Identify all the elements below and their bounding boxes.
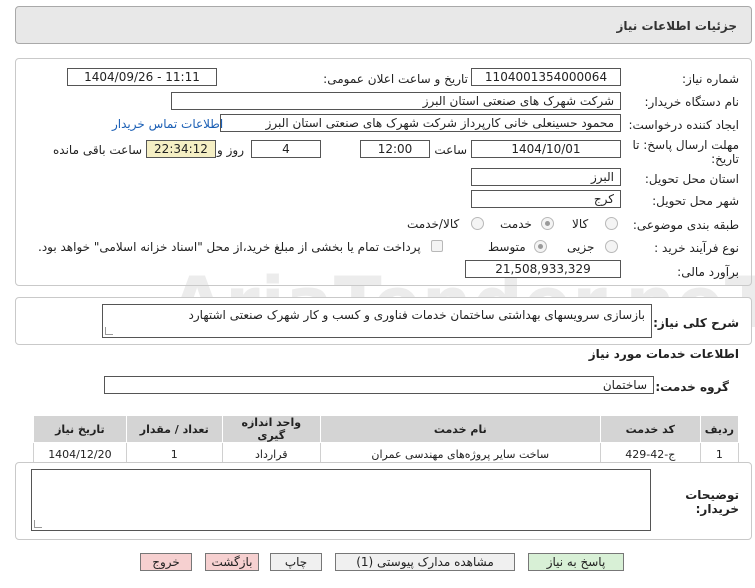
buyer-org-field: شرکت شهرک های صنعتی استان البرز (171, 92, 621, 110)
payment-checkbox[interactable] (431, 240, 443, 252)
reply-button[interactable]: پاسخ به نیاز (528, 553, 624, 571)
exit-button[interactable]: خروج (140, 553, 192, 571)
print-button[interactable]: چاپ (270, 553, 322, 571)
page-title: جزئیات اطلاعات نیاز (616, 19, 737, 33)
city-label: شهر محل تحویل: (652, 194, 739, 208)
need-number-label: شماره نیاز: (682, 72, 739, 86)
budget-field: 21,508,933,329 (465, 260, 621, 278)
service-group-field: ساختمان (104, 376, 654, 394)
resize-grip-icon[interactable] (105, 327, 113, 335)
category-option-goods-service: کالا/خدمت (407, 217, 460, 231)
process-radio-minor[interactable] (605, 240, 618, 253)
process-option-medium: متوسط (488, 240, 526, 254)
buyer-contact-link[interactable]: اطلاعات تماس خریدار (112, 117, 223, 131)
city-field: کرج (471, 190, 621, 208)
col-service-name: نام خدمت (319, 415, 601, 443)
time-label: ساعت (434, 143, 467, 157)
attachments-button[interactable]: مشاهده مدارک پیوستی (1) (335, 553, 515, 571)
category-option-goods: کالا (572, 217, 589, 231)
process-label: نوع فرآیند خرید : (654, 241, 739, 255)
notes-field[interactable] (31, 469, 651, 531)
process-option-minor: جزیی (567, 240, 595, 254)
summary-text: بازسازی سرویسهای بهداشتی ساختمان خدمات ف… (102, 304, 652, 338)
category-radio-goods[interactable] (605, 217, 618, 230)
payment-note: پرداخت تمام یا بخشی از مبلغ خرید،از محل … (38, 240, 421, 254)
province-label: استان محل تحویل: (644, 172, 739, 186)
remaining-time-field: 22:34:12 (146, 140, 216, 158)
remaining-label: ساعت باقی مانده (53, 143, 143, 157)
creator-label: ایجاد کننده درخواست: (628, 118, 739, 132)
page-header: جزئیات اطلاعات نیاز (15, 6, 752, 44)
deadline-date-field: 1404/10/01 (471, 140, 621, 158)
col-service-code: کد خدمت (599, 415, 701, 443)
summary-text-content: بازسازی سرویسهای بهداشتی ساختمان خدمات ف… (188, 308, 645, 322)
category-radio-goods-service[interactable] (471, 217, 484, 230)
col-unit: واحد اندازه گیری (221, 415, 321, 443)
col-row-number: ردیف (699, 415, 740, 443)
service-group-label: گروه خدمت: (655, 380, 729, 394)
col-quantity: تعداد / مقدار (125, 415, 223, 443)
days-label: روز و (217, 143, 244, 157)
services-section-title: اطلاعات خدمات مورد نیاز (588, 347, 739, 361)
category-option-service: خدمت (500, 217, 532, 231)
process-radio-medium[interactable] (534, 240, 547, 253)
col-need-date: تاریخ نیاز (33, 415, 127, 443)
creator-field: محمود حسینعلی خانی کارپرداز شرکت شهرک ها… (220, 114, 621, 132)
need-number-field: 1104001354000064 (471, 68, 621, 86)
announce-label: تاریخ و ساعت اعلان عمومی: (323, 72, 468, 86)
days-field: 4 (251, 140, 321, 158)
province-field: البرز (471, 168, 621, 186)
resize-grip-icon[interactable] (34, 520, 42, 528)
summary-label: شرح کلی نیاز: (653, 316, 739, 330)
deadline-label: مهلت ارسال پاسخ: تا تاریخ: (632, 138, 739, 166)
notes-label: توضیحات خریدار: (685, 488, 739, 516)
services-table: ردیف کد خدمت نام خدمت واحد اندازه گیری ت… (33, 415, 740, 467)
category-radio-service[interactable] (541, 217, 554, 230)
budget-label: برآورد مالی: (677, 265, 739, 279)
back-button[interactable]: بازگشت (205, 553, 259, 571)
announce-field: 1404/09/26 - 11:11 (67, 68, 217, 86)
table-header-row: ردیف کد خدمت نام خدمت واحد اندازه گیری ت… (33, 415, 740, 443)
category-label: طبقه بندی موضوعی: (632, 218, 739, 232)
buyer-org-label: نام دستگاه خریدار: (644, 95, 740, 109)
services-grid: ردیف کد خدمت نام خدمت واحد اندازه گیری ت… (33, 415, 740, 467)
deadline-time-field: 12:00 (360, 140, 430, 158)
